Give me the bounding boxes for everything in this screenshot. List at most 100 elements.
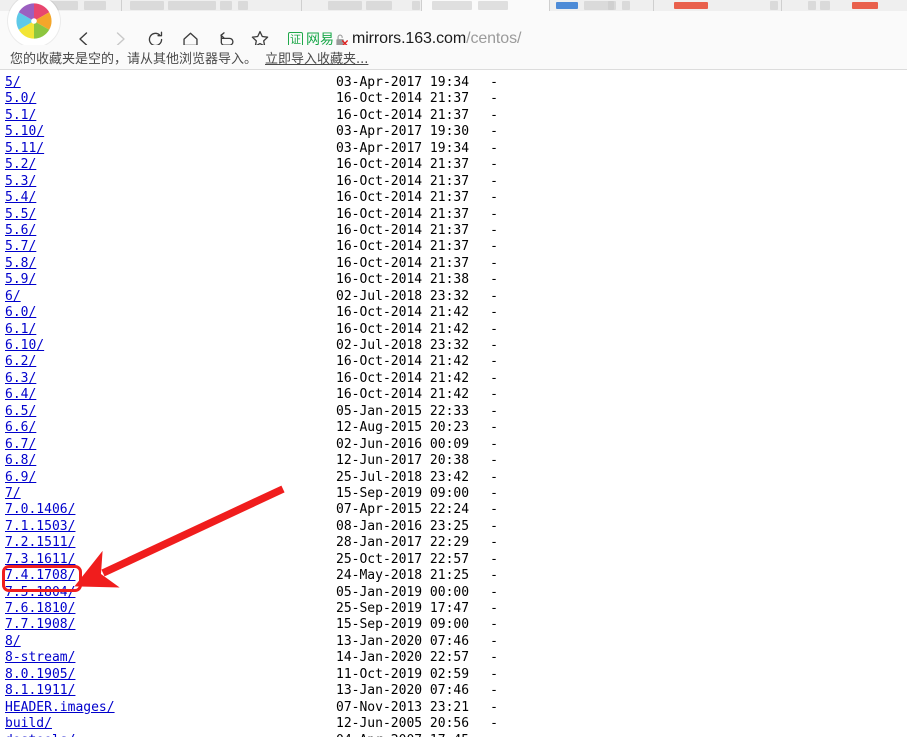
listing-link[interactable]: 6.2/	[5, 354, 36, 370]
tab-strip[interactable]	[0, 0, 907, 11]
listing-date: 16-Oct-2014 21:37	[336, 255, 470, 271]
listing-link[interactable]: 5.4/	[5, 190, 36, 206]
listing-link[interactable]: 7.3.1611/	[5, 552, 75, 568]
tab-title-ghost	[238, 1, 248, 10]
browser-logo-badge[interactable]	[8, 0, 60, 47]
listing-size: -	[490, 288, 498, 304]
listing-date: 25-Oct-2017 22:57	[336, 551, 470, 567]
browser-chrome: 证 网易 mirrors.163.com/centos/ 您的收藏夹是空的，请从…	[0, 0, 907, 70]
listing-size: -	[490, 124, 498, 140]
listing-link[interactable]: 5.9/	[5, 272, 36, 288]
listing-link[interactable]: 6/	[5, 289, 21, 305]
listing-link[interactable]: HEADER.images/	[5, 700, 115, 716]
listing-date: 16-Oct-2014 21:42	[336, 354, 470, 370]
tab-title-ghost	[770, 1, 778, 10]
listing-date: 16-Oct-2014 21:37	[336, 206, 470, 222]
listing-date: 02-Jul-2018 23:32	[336, 338, 470, 353]
tab-title-ghost	[220, 1, 232, 10]
listing-size: -	[490, 716, 498, 732]
listing-date: 15-Sep-2019 09:00	[336, 485, 470, 501]
listing-link[interactable]: 5/	[5, 75, 21, 91]
listing-link[interactable]: 5.3/	[5, 174, 36, 190]
listing-link[interactable]: 5.5/	[5, 207, 36, 223]
listing-link[interactable]: 5.2/	[5, 157, 36, 173]
listing-size: -	[490, 485, 498, 501]
listing-link[interactable]: 5.8/	[5, 256, 36, 272]
listing-link[interactable]: 8.1.1911/	[5, 683, 75, 699]
listing-link[interactable]: 6.3/	[5, 371, 36, 387]
listing-size: -	[490, 305, 498, 321]
tab-title-ghost	[84, 1, 106, 10]
listing-link[interactable]: 7.1.1503/	[5, 519, 75, 535]
listing-date: 12-Aug-2015 20:23	[336, 420, 470, 436]
listing-date: 12-Jun-2017 20:38	[336, 453, 470, 469]
listing-link[interactable]: 5.7/	[5, 239, 36, 255]
listing-size: -	[490, 387, 498, 403]
listing-link[interactable]: 6.7/	[5, 437, 36, 453]
listing-date: 13-Jan-2020 07:46	[336, 683, 470, 699]
listing-size: -	[490, 157, 498, 173]
listing-link[interactable]: 6.9/	[5, 470, 36, 486]
tab-title-ghost	[130, 1, 164, 10]
listing-size: -	[490, 584, 498, 600]
listing-size: -	[490, 469, 498, 485]
listing-size: -	[490, 272, 498, 288]
tab-title-ghost	[432, 1, 472, 10]
listing-size: -	[490, 75, 498, 90]
tab-title-ghost	[366, 1, 392, 10]
listing-date: 11-Oct-2019 02:59	[336, 666, 470, 682]
listing-size: -	[490, 535, 498, 551]
tab-favicon-ghost	[556, 2, 578, 9]
tab-title-ghost	[608, 1, 616, 10]
listing-link[interactable]: 8/	[5, 634, 21, 650]
listing-link[interactable]: 6.5/	[5, 404, 36, 420]
listing-size: -	[490, 650, 498, 666]
listing-date: 16-Oct-2014 21:38	[336, 272, 470, 288]
listing-link[interactable]: 6.8/	[5, 453, 36, 469]
tab-favicon-ghost	[674, 2, 708, 9]
listing-date: 07-Apr-2015 22:24	[336, 502, 470, 518]
listing-link[interactable]: 7.7.1908/	[5, 617, 75, 633]
listing-link[interactable]: 6.10/	[5, 338, 44, 354]
listing-link[interactable]: 6.4/	[5, 387, 36, 403]
tab-close-ghost[interactable]	[412, 1, 420, 10]
listing-link[interactable]: dostools/	[5, 733, 75, 737]
listing-link[interactable]: 5.10/	[5, 124, 44, 140]
listing-link[interactable]: 8-stream/	[5, 650, 75, 666]
import-bookmarks-link[interactable]: 立即导入收藏夹...	[265, 48, 368, 67]
listing-link[interactable]: 7.4.1708/	[5, 568, 75, 584]
listing-link[interactable]: 7.5.1804/	[5, 585, 75, 601]
listing-link[interactable]: 7.2.1511/	[5, 535, 75, 551]
listing-date: 05-Jan-2019 00:00	[336, 584, 470, 600]
listing-date: 07-Nov-2013 23:21	[336, 699, 470, 715]
listing-link[interactable]: 5.11/	[5, 141, 44, 157]
listing-size: -	[490, 239, 498, 255]
listing-link[interactable]: 6.1/	[5, 322, 36, 338]
listing-link[interactable]: 6.6/	[5, 420, 36, 436]
tab-title-ghost	[808, 1, 816, 10]
tab-title-ghost	[328, 1, 362, 10]
listing-link[interactable]: build/	[5, 716, 52, 732]
listing-link[interactable]: 7.0.1406/	[5, 502, 75, 518]
listing-link[interactable]: 5.1/	[5, 108, 36, 124]
tab-sliver[interactable]	[302, 0, 422, 11]
listing-link[interactable]: 7.6.1810/	[5, 601, 75, 617]
listing-date: 12-Jun-2005 20:56	[336, 716, 470, 732]
listing-date: 05-Jan-2015 22:33	[336, 403, 470, 419]
listing-link[interactable]: 5.0/	[5, 91, 36, 107]
listing-link[interactable]: 8.0.1905/	[5, 667, 75, 683]
page-viewport: 5/03-Apr-2017 19:34 - 5.0/16-Oct-2014 21:3…	[0, 71, 907, 737]
listing-date: 16-Oct-2014 21:37	[336, 239, 470, 255]
listing-size: -	[490, 107, 498, 123]
listing-size: -	[490, 551, 498, 567]
listing-date: 04-Apr-2007 17:45	[336, 733, 469, 737]
listing-link[interactable]: 5.6/	[5, 223, 36, 239]
listing-size: -	[490, 140, 498, 156]
tab-sliver[interactable]	[782, 0, 907, 11]
tab-title-ghost	[168, 1, 216, 10]
listing-link[interactable]: 7/	[5, 486, 21, 502]
listing-size: -	[490, 206, 498, 222]
listing-link[interactable]: 6.0/	[5, 305, 36, 321]
listing-size: -	[490, 420, 498, 436]
listing-size: -	[490, 255, 498, 271]
